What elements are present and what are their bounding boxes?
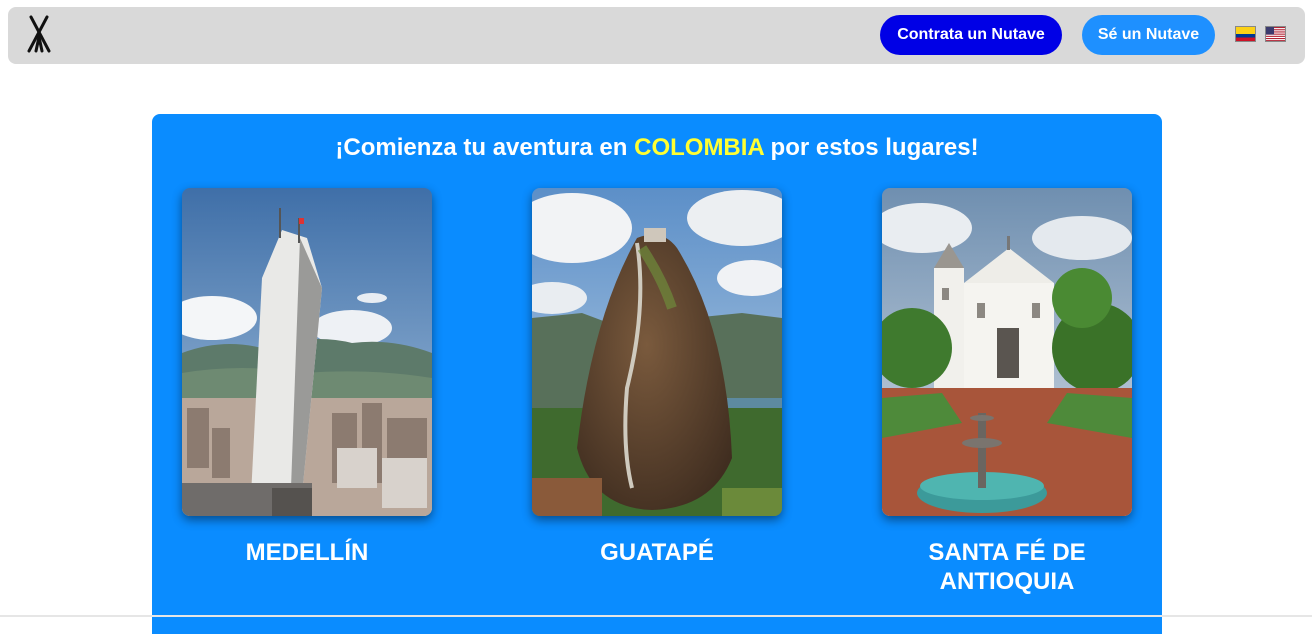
headline-highlight: COLOMBIA — [634, 134, 764, 161]
usa-flag-icon[interactable] — [1265, 26, 1286, 42]
headline-prefix: ¡Comienza tu aventura en — [335, 134, 635, 161]
medellin-tower-photo[interactable] — [182, 188, 432, 516]
destination-name: SANTA FÉ DE ANTIOQUIA — [928, 539, 1086, 595]
guatape-rock-photo[interactable] — [532, 188, 782, 516]
top-navbar: Contrata un Nutave Sé un Nutave — [8, 7, 1305, 64]
destinations-headline: ¡Comienza tu aventura en COLOMBIA por es… — [152, 134, 1162, 162]
destination-name: GUATAPÉ — [600, 539, 714, 566]
destination-name: MEDELLÍN — [245, 539, 369, 566]
headline-suffix: por estos lugares! — [763, 134, 979, 161]
hire-nutave-button[interactable]: Contrata un Nutave — [880, 15, 1062, 55]
tent-logo-icon[interactable] — [22, 15, 56, 55]
become-nutave-button[interactable]: Sé un Nutave — [1082, 15, 1215, 55]
santa-fe-church-photo[interactable] — [882, 188, 1132, 516]
destinations-panel: ¡Comienza tu aventura en COLOMBIA por es… — [152, 114, 1162, 634]
colombia-flag-icon[interactable] — [1235, 26, 1256, 42]
